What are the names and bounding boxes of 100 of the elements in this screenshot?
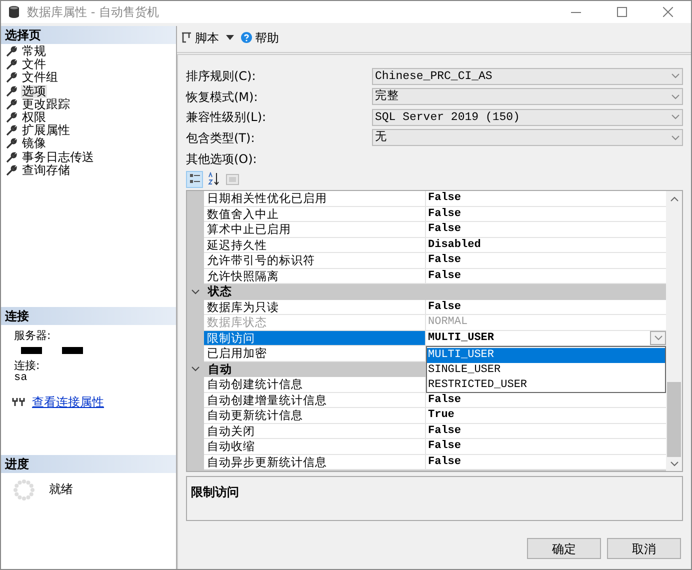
property-name[interactable]: 已启用加密 (204, 346, 426, 362)
progress-status: 就绪 (49, 481, 73, 498)
dropdown-option[interactable]: RESTRICTED_USER (427, 378, 665, 393)
wrench-icon (6, 112, 17, 124)
page-item[interactable]: 选项 (21, 84, 47, 98)
property-name[interactable]: 自动收缩 (204, 439, 426, 454)
property-value: False (427, 454, 462, 469)
field-label: 包含类型(T): (186, 130, 256, 147)
wrench-icon (6, 98, 17, 110)
property-name[interactable]: 数据库为只读 (204, 300, 426, 315)
dropdown-button[interactable] (650, 330, 666, 345)
chevron-down-icon (671, 73, 680, 80)
property-name[interactable]: 数值舍入中止 (204, 206, 426, 222)
scrollbar[interactable] (666, 191, 682, 471)
property-name[interactable]: 自动创建统计信息 (204, 377, 426, 392)
property-name[interactable]: 允许带引号的标识符 (204, 253, 426, 268)
page-item[interactable]: 查询存储 (21, 164, 71, 177)
property-name[interactable]: 自动创建增量统计信息 (204, 392, 426, 408)
section-header: 选择页 (1, 26, 176, 44)
other-options-label: 其他选项(O): (186, 151, 258, 168)
wrench-icon (6, 125, 17, 136)
help-button[interactable]: 帮助 (255, 28, 279, 46)
grid-toolbar-button[interactable] (205, 170, 222, 188)
collapse-icon[interactable] (191, 366, 200, 372)
wrench-icon (6, 164, 17, 176)
collapse-icon[interactable] (191, 288, 200, 295)
chevron-down-icon (671, 114, 680, 120)
property-value: False (427, 253, 462, 268)
chevron-down-icon (654, 334, 662, 341)
property-name[interactable]: 自动异步更新统计信息 (204, 454, 426, 470)
redaction-bar (21, 347, 42, 354)
scroll-down-icon[interactable] (670, 461, 678, 467)
property-name[interactable]: 允许快照隔离 (204, 268, 426, 284)
property-name[interactable]: 限制访问 (204, 330, 426, 346)
property-value: MULTI_USER (427, 330, 494, 345)
scroll-up-icon[interactable] (670, 196, 678, 202)
script-button[interactable]: 脚本 (195, 28, 219, 46)
select-field[interactable]: 完整 (372, 88, 683, 106)
property-value: False (427, 191, 462, 206)
connection-properties-link[interactable]: 查看连接属性 (32, 393, 104, 411)
help-icon (241, 32, 252, 43)
property-value: False (427, 392, 462, 407)
spinner-icon (13, 479, 35, 501)
plug-icon (12, 397, 25, 407)
connection-label: 连接: (14, 359, 41, 372)
close-icon (663, 7, 673, 17)
dialog-button[interactable]: 确定 (527, 538, 601, 559)
page-item[interactable]: 常规 (21, 45, 47, 58)
page-item[interactable]: 权限 (21, 111, 47, 124)
page-item[interactable]: 文件组 (21, 71, 59, 84)
script-icon (181, 32, 192, 44)
page-item[interactable]: 事务日志传送 (21, 150, 95, 164)
property-name[interactable]: 延迟持久性 (204, 238, 426, 253)
property-value: False (427, 300, 462, 314)
property-pages-icon (226, 174, 239, 184)
page-item[interactable]: 镜像 (21, 137, 47, 150)
wrench-icon (6, 152, 17, 163)
select-field[interactable]: Chinese_PRC_CI_AS (372, 68, 683, 85)
scroll-thumb[interactable] (667, 382, 681, 457)
page-item[interactable]: 文件 (21, 58, 47, 72)
select-field[interactable]: 无 (372, 129, 683, 146)
page-item[interactable]: 扩展属性 (21, 124, 71, 138)
wrench-icon (6, 46, 17, 58)
section-header: 连接 (1, 307, 176, 325)
field-label: 兼容性级别(L): (186, 109, 268, 126)
select-field[interactable]: SQL Server 2019 (150) (372, 108, 683, 126)
property-value: NORMAL (427, 315, 468, 330)
dropdown-option[interactable]: SINGLE_USER (427, 363, 665, 378)
connection-user: sa (14, 372, 28, 385)
property-name[interactable]: 自动关闭 (204, 424, 426, 439)
category-title: 自动 (208, 360, 232, 378)
field-label: 排序规则(C): (186, 68, 257, 86)
sort-alphabetical-icon (207, 172, 220, 186)
chevron-down-icon (671, 134, 680, 141)
chevron-down-icon (671, 94, 680, 100)
property-value: True (427, 408, 454, 422)
page-item[interactable]: 更改跟踪 (21, 98, 71, 111)
database-icon (8, 5, 20, 19)
redaction-bar (62, 347, 83, 354)
property-value: False (427, 439, 462, 454)
property-value: False (427, 222, 462, 236)
description-title: 限制访问 (191, 485, 239, 499)
property-value: False (427, 206, 462, 221)
categorized-icon (188, 173, 200, 185)
server-label: 服务器: (14, 329, 52, 342)
wrench-icon (6, 72, 17, 84)
field-label: 恢复模式(M): (186, 88, 259, 106)
property-name[interactable]: 日期相关性优化已启用 (204, 191, 426, 206)
section-header: 进度 (1, 455, 176, 473)
grid-toolbar-button[interactable] (186, 170, 203, 188)
wrench-icon (6, 86, 17, 97)
wrench-icon (6, 59, 17, 70)
property-value: False (427, 268, 462, 283)
dialog-button[interactable]: 取消 (607, 538, 681, 559)
property-name[interactable]: 算术中止已启用 (204, 222, 426, 238)
property-name[interactable]: 自动更新统计信息 (204, 408, 426, 424)
dropdown-option[interactable]: MULTI_USER (427, 348, 665, 363)
window-title: 数据库属性 - 自动售货机 (27, 4, 159, 21)
maximize-icon (617, 7, 627, 17)
category-title: 状态 (208, 283, 232, 300)
